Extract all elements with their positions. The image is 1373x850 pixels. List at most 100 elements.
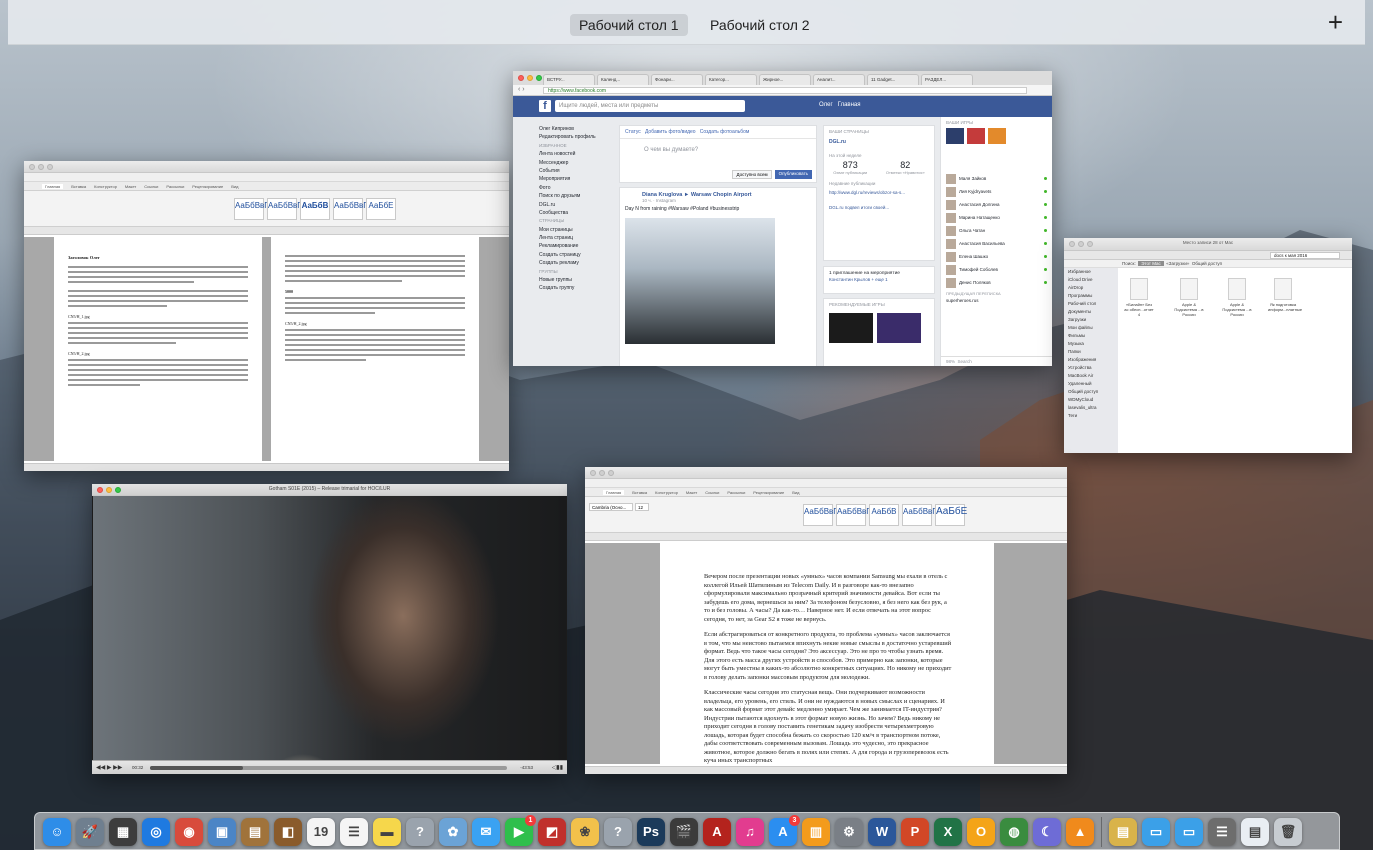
outlook-icon[interactable]: O <box>967 818 995 846</box>
browser-tab[interactable]: РАЗДЕЛ... <box>921 74 973 85</box>
chrome-icon[interactable]: ◉ <box>175 818 203 846</box>
messages-icon[interactable]: ✉ <box>472 818 500 846</box>
file-item[interactable]: Apple & Подсистема ...в России <box>1174 278 1204 317</box>
zoom-icon[interactable] <box>536 75 542 81</box>
chat-friend[interactable]: Анастасия Васильева <box>941 237 1052 250</box>
file-item[interactable]: Як подготовка информ...платные <box>1268 278 1302 312</box>
menu-item[interactable]: DGL.ru <box>539 201 617 209</box>
tab-review[interactable]: Рецензирование <box>753 490 784 495</box>
menu-item[interactable]: Поиск по друзьям <box>539 192 617 200</box>
stickies-icon[interactable]: ▬ <box>373 818 401 846</box>
menu-item[interactable]: Создать страницу <box>539 251 617 259</box>
events-sub[interactable]: Константин Крылов + еще 1 <box>824 277 934 282</box>
finder-sidebar-item[interactable]: MacBook Air <box>1064 372 1118 380</box>
recent-post-1[interactable]: http://www.dgl.ru/reviews/obzor-sa-s... <box>824 188 934 197</box>
tab-layout[interactable]: Макет <box>686 490 697 495</box>
minimize-icon[interactable] <box>599 470 605 476</box>
menu-item[interactable]: Мои страницы <box>539 226 617 234</box>
system-preferences-icon[interactable]: ⚙ <box>835 818 863 846</box>
tab-home[interactable]: Главная <box>603 489 625 495</box>
style-heading-1[interactable]: АаБбВ <box>869 504 899 526</box>
publish-button[interactable]: Опубликовать <box>774 170 812 179</box>
word-bottom-document-area[interactable]: Вечером после презентации новых «умных» … <box>585 543 1067 764</box>
tab-insert[interactable]: Вставка <box>71 184 86 189</box>
add-space-button[interactable]: + <box>1328 8 1343 36</box>
photoshop-icon[interactable]: Ps <box>637 818 665 846</box>
facebook-search-input[interactable]: Ищите людей, места или предметы <box>555 100 745 112</box>
chat-friend[interactable]: Марина Натащенко <box>941 211 1052 224</box>
file-item[interactable]: «Билайн» Без ас обесп...отчет 4 <box>1124 278 1154 317</box>
style-heading-2[interactable]: АаБбВвГ <box>902 504 937 526</box>
chat-friend[interactable]: Анастасия Долгина <box>941 198 1052 211</box>
space-desktop-1[interactable]: Рабочий стол 1 <box>570 14 688 36</box>
word-window-top[interactable]: Главная Вставка Конструктор Макет Ссылки… <box>24 161 509 471</box>
style-title[interactable]: АаБбЕ <box>935 504 967 526</box>
font-size-select[interactable]: 12 <box>635 503 649 511</box>
finder-sidebar-item[interactable]: Фильмы <box>1064 332 1118 340</box>
game-thumb-icon[interactable] <box>967 128 985 144</box>
finder-sidebar-item[interactable]: Удаленный <box>1064 380 1118 388</box>
finder-sidebar-item[interactable]: Устройства <box>1064 364 1118 372</box>
menu-item[interactable]: Мессенджер <box>539 159 617 167</box>
tab-view[interactable]: Вид <box>792 490 799 495</box>
document-icon[interactable]: ▤ <box>1241 818 1269 846</box>
word-top-titlebar[interactable] <box>24 161 509 173</box>
crescent-icon[interactable]: ☾ <box>1033 818 1061 846</box>
browser-tab[interactable]: ВСТРУ... <box>543 74 595 85</box>
facebook-logo-icon[interactable]: f <box>539 100 551 112</box>
style-no-spacing[interactable]: АаБбВвГ <box>267 198 302 220</box>
menu-item[interactable]: Сообщества <box>539 209 617 217</box>
style-heading-2[interactable]: АаБбВвГ <box>333 198 368 220</box>
ipad-photos-icon[interactable]: ❀ <box>571 818 599 846</box>
composer-status-tab[interactable]: Статус <box>625 129 641 135</box>
final-cut-icon[interactable]: 🎬 <box>670 818 698 846</box>
chat-search-input[interactable]: 98% Search <box>941 356 1052 366</box>
finder-titlebar[interactable]: Место записи 28 от Mac <box>1064 238 1352 251</box>
zoom-icon[interactable] <box>608 470 614 476</box>
close-icon[interactable] <box>518 75 524 81</box>
tab-mailings[interactable]: Рассылки <box>166 184 184 189</box>
minimize-icon[interactable] <box>527 75 533 81</box>
video-player-window[interactable]: Gotham S01E (2015) – Release trimarial f… <box>92 484 567 774</box>
menu-item[interactable]: Олег Кипринов <box>539 125 617 133</box>
finder-sidebar-item[interactable]: Рабочий стол <box>1064 300 1118 308</box>
zoom-icon[interactable] <box>47 164 53 170</box>
ibooks-icon[interactable]: ▥ <box>802 818 830 846</box>
events-text[interactable]: 1 приглашение на мероприятие <box>824 267 934 277</box>
folder-applications-icon[interactable]: ▭ <box>1142 818 1170 846</box>
word-bottom-titlebar[interactable] <box>585 467 1067 479</box>
notes-icon[interactable]: ▤ <box>241 818 269 846</box>
game-counter-strike-icon[interactable] <box>829 313 873 343</box>
word-bottom-page[interactable]: Вечером после презентации новых «умных» … <box>660 543 994 764</box>
chat-friend[interactable]: Лия Kyjdryavets <box>941 185 1052 198</box>
menu-item[interactable]: Новые группы <box>539 276 617 284</box>
powerpoint-icon[interactable]: P <box>901 818 929 846</box>
folder-downloads-icon[interactable]: ▭ <box>1175 818 1203 846</box>
acrobat-icon[interactable]: A <box>703 818 731 846</box>
safari-icon[interactable]: ◎ <box>142 818 170 846</box>
finder-sidebar-item[interactable]: Папки <box>1064 348 1118 356</box>
space-desktop-2[interactable]: Рабочий стол 2 <box>701 14 819 36</box>
contacts-icon[interactable]: ◧ <box>274 818 302 846</box>
app-store-icon[interactable]: A3 <box>769 815 800 846</box>
finder-sidebar-item[interactable]: Мои файлы <box>1064 324 1118 332</box>
audience-select[interactable]: Доступно всем <box>732 170 772 179</box>
post-place[interactable]: Warsaw Chopin Airport <box>691 192 752 198</box>
finder-window[interactable]: Место записи 28 от Mac docs к мая 2016 П… <box>1064 238 1352 453</box>
calendar-icon[interactable]: 19 <box>307 818 335 846</box>
vlc-icon[interactable]: ▲ <box>1066 818 1094 846</box>
finder-sidebar-item[interactable]: iCloud Drive <box>1064 276 1118 284</box>
font-name-select[interactable]: Cambria (Осно... <box>589 503 633 511</box>
facebook-user-name[interactable]: Олег Главная <box>819 102 861 108</box>
finder-sidebar-item[interactable]: AirDrop <box>1064 284 1118 292</box>
chat-friend[interactable]: Ольга Чатан <box>941 224 1052 237</box>
file-item[interactable]: Apple & Подсистема ...в России <box>1222 278 1252 317</box>
tab-view[interactable]: Вид <box>231 184 238 189</box>
tab-layout[interactable]: Макет <box>125 184 136 189</box>
chat-friend[interactable]: Елена Шашко <box>941 250 1052 263</box>
game-pokerstars-icon[interactable] <box>877 313 921 343</box>
style-normal[interactable]: АаБбВвГ <box>803 504 838 526</box>
browser-tab[interactable]: Жирное... <box>759 74 811 85</box>
facetime-icon[interactable]: ▶ 1 <box>505 815 536 846</box>
finder-sidebar-item[interactable]: WDMyCloud <box>1064 396 1118 404</box>
